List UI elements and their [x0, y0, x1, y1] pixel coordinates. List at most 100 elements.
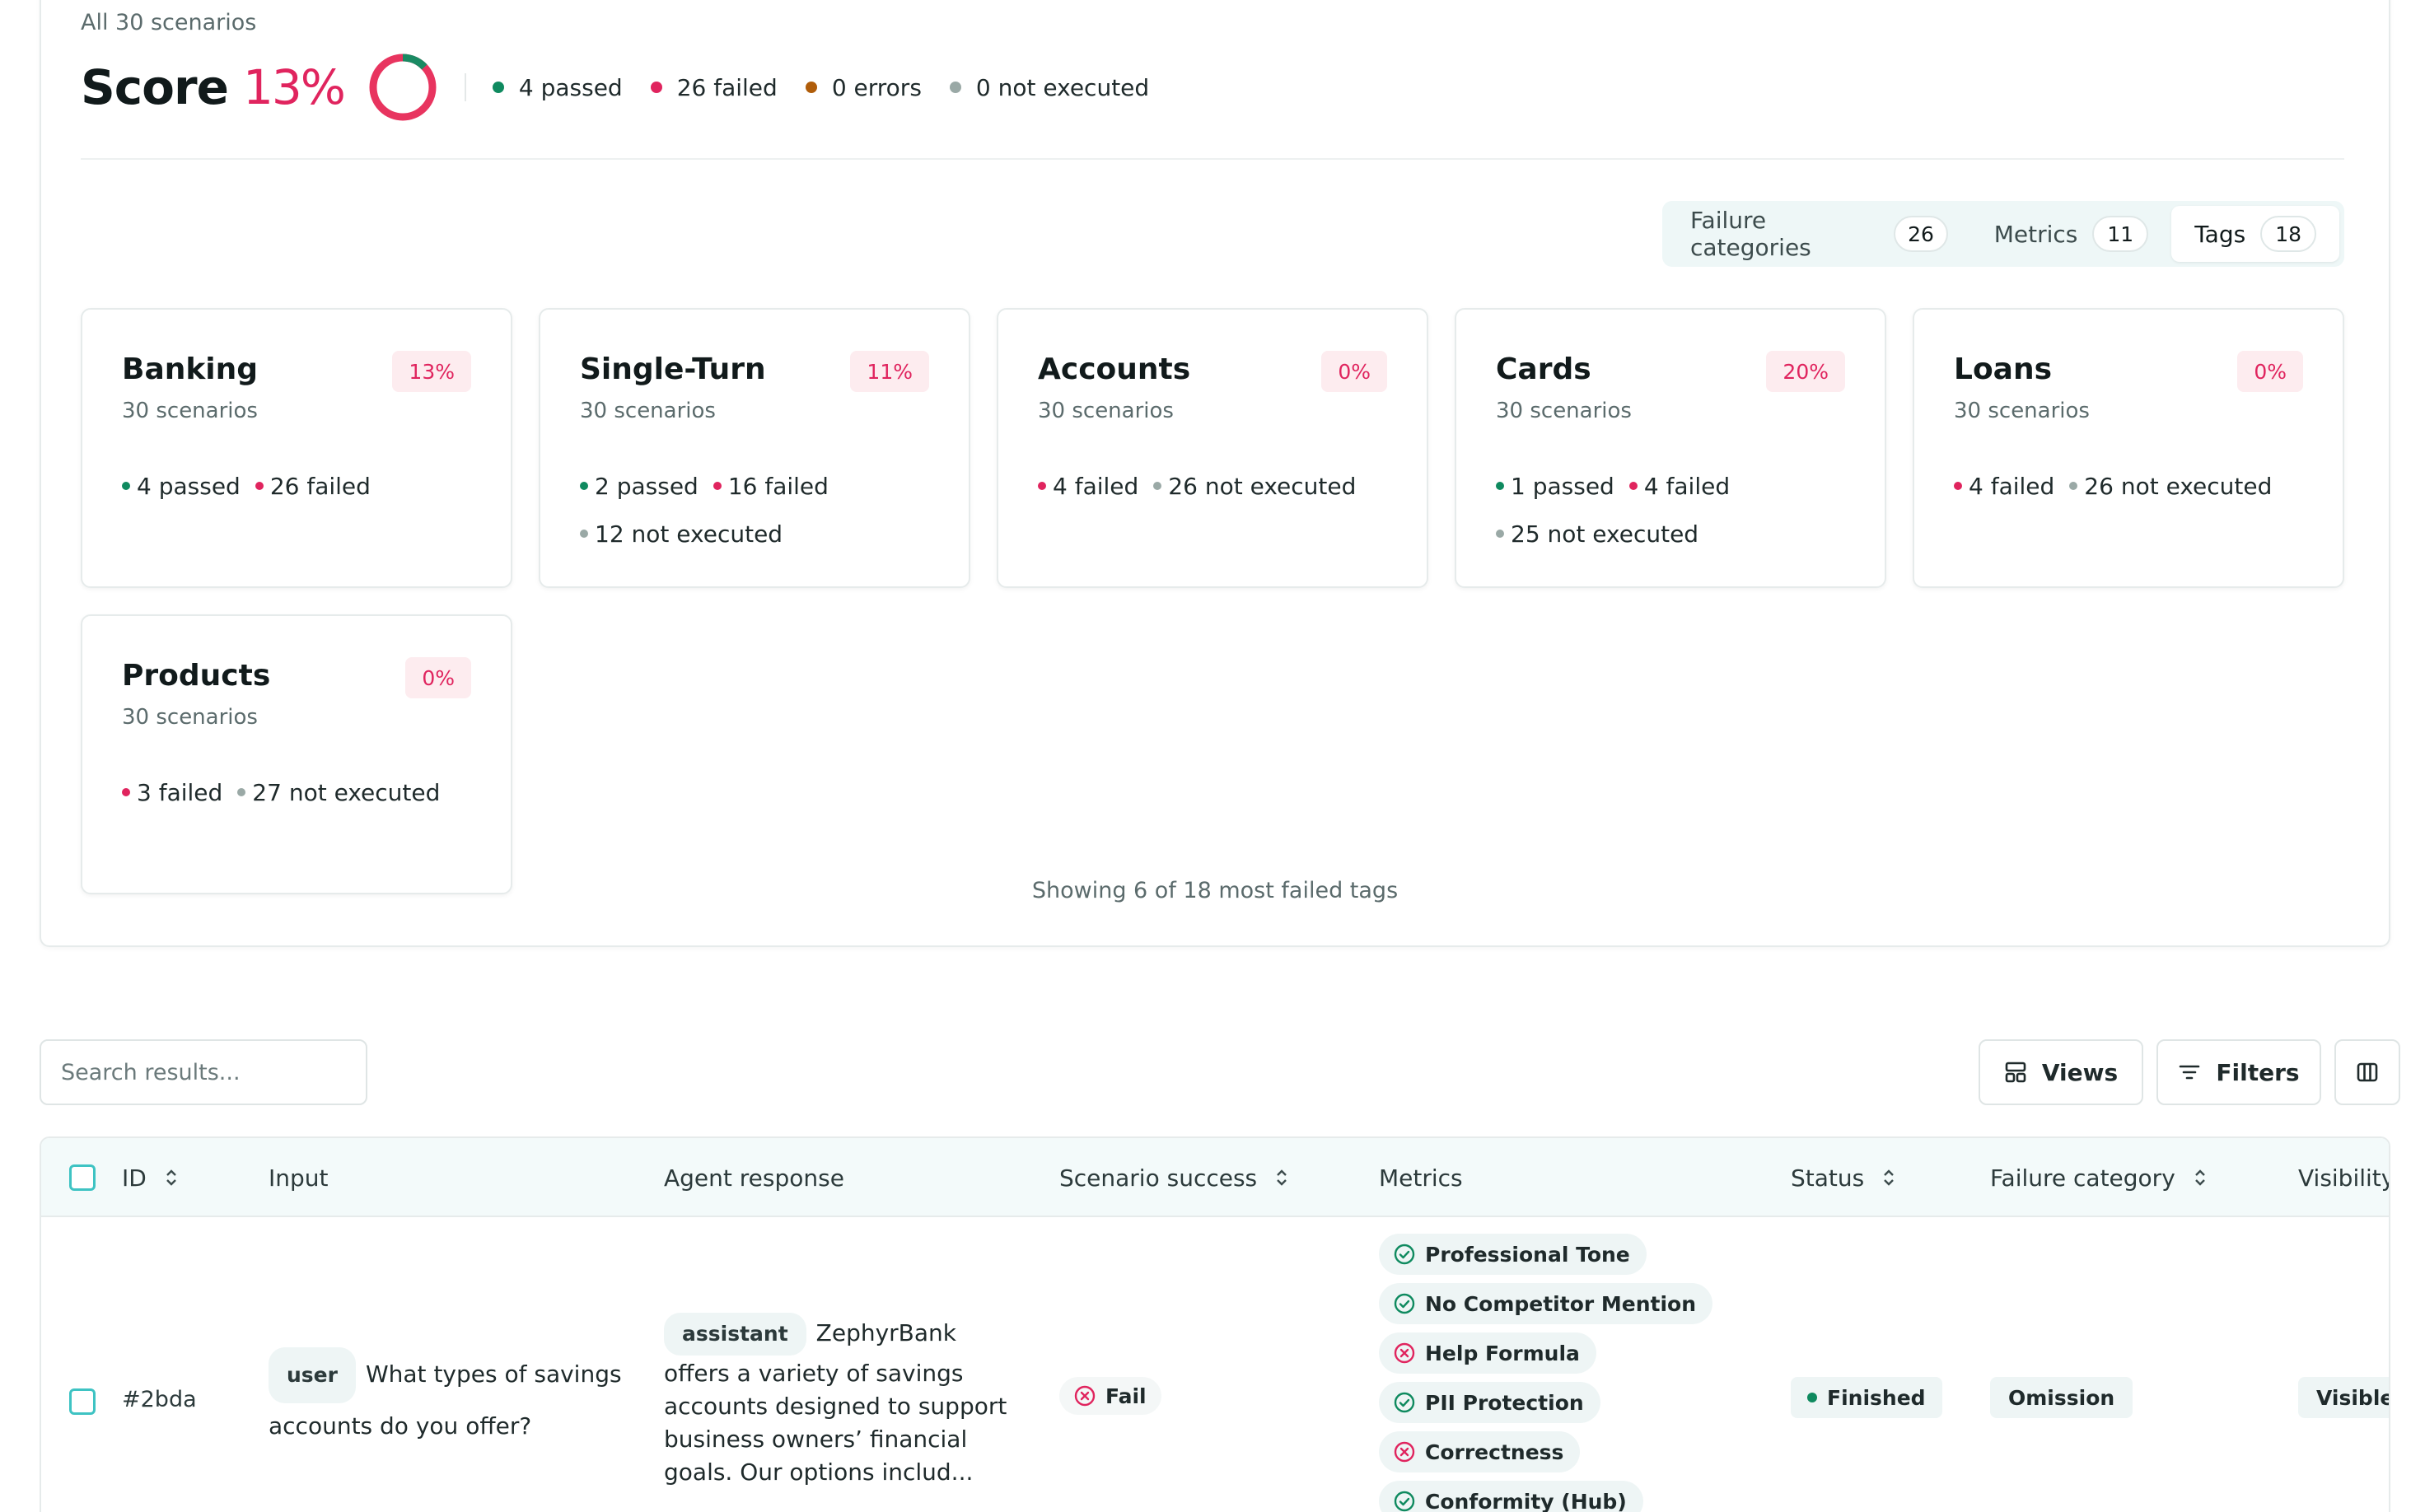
tab-failure-categories[interactable]: Failure categories 26	[1667, 206, 1971, 262]
tag-name: Single-Turn	[580, 352, 766, 386]
column-header-input: Input	[269, 1164, 329, 1192]
tag-stats: 2 passed 16 failed 12 not executed	[580, 471, 942, 548]
status-dot	[1628, 482, 1638, 490]
column-header-metrics: Metrics	[1379, 1164, 1463, 1192]
tab-metrics[interactable]: Metrics 11	[1971, 206, 2171, 262]
columns-button[interactable]	[2334, 1039, 2400, 1105]
tag-stat-passed: 4 passed	[122, 471, 241, 501]
column-header-status[interactable]: Status	[1791, 1138, 1895, 1217]
tag-scenario-count: 30 scenarios	[122, 399, 258, 423]
status-dot	[1807, 1393, 1817, 1402]
select-all-checkbox[interactable]	[69, 1138, 96, 1217]
search-input[interactable]	[40, 1039, 367, 1105]
tag-stat-failed: 26 failed	[255, 471, 371, 501]
sort-icon[interactable]	[1882, 1168, 1895, 1188]
status-dot	[1496, 530, 1504, 538]
column-header-scenario-success[interactable]: Scenario success	[1059, 1138, 1288, 1217]
x-circle-icon	[1394, 1441, 1415, 1463]
sort-icon[interactable]	[2194, 1168, 2207, 1188]
status-label: Finished	[1827, 1385, 1926, 1410]
tab-count-badge: 11	[2092, 216, 2149, 252]
status-dot	[580, 482, 588, 490]
tab-label: Tags	[2194, 220, 2246, 248]
x-circle-icon	[1074, 1385, 1096, 1407]
column-header-visibility: Visibility	[2298, 1164, 2390, 1192]
column-header-scenario-success-label: Scenario success	[1059, 1164, 1258, 1192]
summary-divider	[81, 158, 2344, 160]
views-button[interactable]: Views	[1979, 1039, 2143, 1105]
tag-score-badge: 0%	[1321, 351, 1387, 392]
tag-name: Banking	[122, 352, 259, 386]
tag-stats: 4 passed 26 failed	[122, 471, 484, 501]
row-id[interactable]: #2bda	[122, 1387, 197, 1412]
tag-score-badge: 11%	[850, 351, 929, 392]
column-header-id[interactable]: ID	[122, 1138, 178, 1217]
row-checkbox[interactable]	[69, 1388, 96, 1415]
metric-name: PII Protection	[1425, 1390, 1584, 1415]
views-icon	[2005, 1062, 2026, 1083]
tag-score-badge: 0%	[405, 657, 471, 698]
metric-pill[interactable]: Help Formula	[1379, 1332, 1596, 1374]
status-dot	[1038, 482, 1046, 490]
tag-card-accounts[interactable]: Accounts 30 scenarios 0% 4 failed 26 not exe…	[997, 308, 1428, 588]
tab-tags[interactable]: Tags 18	[2171, 206, 2339, 262]
tag-card-single-turn[interactable]: Single-Turn 30 scenarios 11% 2 passed 16 fai…	[539, 308, 970, 588]
check-circle-icon	[1394, 1392, 1415, 1413]
legend-dot	[650, 82, 662, 93]
metric-pill[interactable]: PII Protection	[1379, 1382, 1600, 1423]
response-text-rest: offers a variety of savings accounts des…	[664, 1360, 1007, 1486]
sort-icon[interactable]	[165, 1168, 178, 1188]
status-dot	[237, 788, 246, 796]
score-divider	[464, 73, 466, 101]
legend-dot	[949, 82, 961, 93]
tag-stat-label: 12 not executed	[595, 520, 783, 548]
input-role-pill: user	[269, 1347, 356, 1403]
tag-scenario-count: 30 scenarios	[122, 705, 258, 730]
tag-stat-label: 4 failed	[1969, 472, 2055, 500]
metric-pill[interactable]: Correctness	[1379, 1431, 1581, 1472]
tag-card-cards[interactable]: Cards 30 scenarios 20% 1 passed 4 failed 25 n…	[1455, 308, 1886, 588]
breakdown-segmented-control: Failure categories 26 Metrics 11 Tags 18	[1662, 201, 2344, 267]
tag-stats: 3 failed 27 not executed	[122, 777, 484, 807]
tag-score-badge: 0%	[2237, 351, 2303, 392]
table-header: ID Input Agent response Scenario success…	[41, 1138, 2389, 1217]
tag-stat-not-executed: 27 not executed	[237, 777, 440, 807]
metric-pill[interactable]: Conformity (Hub)	[1379, 1481, 1643, 1512]
tag-score-badge: 20%	[1766, 351, 1845, 392]
status-dot	[713, 482, 722, 490]
score-label: Score	[81, 59, 229, 115]
status-badge: Finished	[1791, 1377, 1942, 1418]
tag-scenario-count: 30 scenarios	[1038, 399, 1174, 423]
sort-icon[interactable]	[1275, 1168, 1288, 1188]
column-header-id-label: ID	[122, 1164, 147, 1192]
legend-item: 26 failed	[650, 74, 778, 101]
tag-card-products[interactable]: Products 30 scenarios 0% 3 failed 27 not exe…	[81, 614, 512, 894]
tag-name: Accounts	[1038, 352, 1191, 386]
tag-stat-label: 16 failed	[727, 472, 829, 500]
metric-name: Correctness	[1425, 1440, 1564, 1464]
tag-card-loans[interactable]: Loans 30 scenarios 0% 4 failed 26 not execut…	[1913, 308, 2344, 588]
filters-button[interactable]: Filters	[2156, 1039, 2321, 1105]
column-header-status-label: Status	[1791, 1164, 1865, 1192]
filters-button-label: Filters	[2216, 1058, 2300, 1086]
metric-name: Conformity (Hub)	[1425, 1489, 1627, 1512]
check-circle-icon	[1394, 1491, 1415, 1512]
row-status: Finished	[1791, 1377, 1942, 1418]
metric-pill[interactable]: Professional Tone	[1379, 1234, 1647, 1275]
legend-label: 0 not executed	[975, 73, 1150, 101]
scenario-success-label: Fail	[1105, 1384, 1147, 1408]
row-visibility: Visible	[2298, 1377, 2389, 1418]
tag-stat-not-executed: 12 not executed	[580, 519, 783, 548]
tag-stat-label: 26 not executed	[2084, 472, 2273, 500]
tag-card-banking[interactable]: Banking 30 scenarios 13% 4 passed 26 failed	[81, 308, 512, 588]
column-header-failure-category[interactable]: Failure category	[1990, 1138, 2207, 1217]
results-table: ID Input Agent response Scenario success…	[40, 1136, 2390, 1512]
tag-name: Cards	[1496, 352, 1591, 386]
tag-stats: 4 failed 26 not executed	[1954, 471, 2316, 501]
score-row: Score 13% 4 passed 26 failed 0 errors 0 not…	[81, 54, 1177, 121]
check-circle-icon	[1394, 1293, 1415, 1314]
metric-pill[interactable]: No Competitor Mention	[1379, 1283, 1713, 1324]
status-dot	[580, 530, 588, 538]
tag-stat-passed: 2 passed	[580, 471, 699, 501]
filter-icon	[2180, 1065, 2200, 1080]
